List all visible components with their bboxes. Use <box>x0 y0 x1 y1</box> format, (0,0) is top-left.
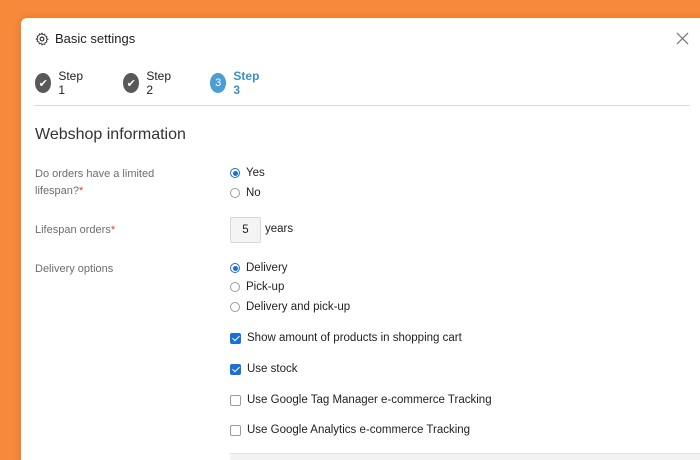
required-mark: * <box>79 185 84 197</box>
section-title: Webshop information <box>35 126 186 143</box>
option-label: Yes <box>246 167 265 179</box>
option-label: Delivery <box>246 262 288 274</box>
required-mark: * <box>110 224 116 236</box>
check-icon: ✔ <box>123 73 140 93</box>
radio-delivery[interactable]: Delivery <box>230 260 288 276</box>
option-label: Pick-up <box>246 281 285 293</box>
radio-button[interactable] <box>230 168 240 178</box>
lifespan-limited-label: Do orders have a limited lifespan?* <box>35 166 195 200</box>
checkbox-ga-tracking[interactable]: Use Google Analytics e-commerce Tracking <box>230 422 470 438</box>
radio-button[interactable] <box>230 263 240 273</box>
radio-button[interactable] <box>230 302 240 312</box>
step-label: Step 3 <box>233 69 260 97</box>
step-2[interactable]: ✔ Step 2 <box>123 69 175 97</box>
checkbox-label: Show amount of products in shopping cart <box>247 332 462 344</box>
next-field-stub <box>230 453 700 460</box>
modal-title: Basic settings <box>55 31 136 46</box>
divider <box>34 105 690 106</box>
step-1[interactable]: ✔ Step 1 <box>35 69 87 97</box>
checkbox-label: Use Google Tag Manager e-commerce Tracki… <box>247 394 492 406</box>
radio-button[interactable] <box>230 188 240 198</box>
checkbox-show-cart-amount[interactable]: Show amount of products in shopping cart <box>230 330 462 346</box>
lifespan-years-input[interactable]: 5 <box>230 217 261 243</box>
checkbox-use-stock[interactable]: Use stock <box>230 361 298 377</box>
label-text: Do orders have a limited lifespan? <box>35 168 155 197</box>
years-unit: years <box>265 223 294 235</box>
checkbox[interactable] <box>230 332 241 344</box>
step-label: Step 2 <box>146 69 172 97</box>
settings-modal: Basic settings ✔ Step 1 ✔ Step 2 3 Step … <box>21 18 700 460</box>
checkbox-label: Use stock <box>247 363 298 375</box>
label-text: Lifespan orders <box>35 224 111 236</box>
radio-lifespan-no[interactable]: No <box>230 185 261 201</box>
radio-pickup[interactable]: Pick-up <box>230 279 284 295</box>
radio-button[interactable] <box>230 282 240 292</box>
radio-delivery-and-pickup[interactable]: Delivery and pick-up <box>230 299 350 315</box>
radio-lifespan-yes[interactable]: Yes <box>230 165 265 181</box>
modal-header: Basic settings <box>21 18 700 60</box>
step-3[interactable]: 3 Step 3 <box>210 69 263 97</box>
lifespan-orders-label: Lifespan orders* <box>35 222 195 239</box>
option-label: Delivery and pick-up <box>246 301 351 313</box>
delivery-options-label: Delivery options <box>35 263 114 275</box>
close-icon[interactable] <box>676 32 689 45</box>
option-label: No <box>246 187 261 199</box>
gear-icon <box>35 32 49 46</box>
checkbox[interactable] <box>230 394 241 406</box>
step-label: Step 1 <box>58 69 84 97</box>
checkbox-label: Use Google Analytics e-commerce Tracking <box>247 424 471 436</box>
checkbox-gtm-tracking[interactable]: Use Google Tag Manager e-commerce Tracki… <box>230 392 492 408</box>
check-icon: ✔ <box>35 73 52 93</box>
checkbox[interactable] <box>230 424 241 436</box>
checkbox[interactable] <box>230 363 241 375</box>
step-number: 3 <box>210 73 227 93</box>
